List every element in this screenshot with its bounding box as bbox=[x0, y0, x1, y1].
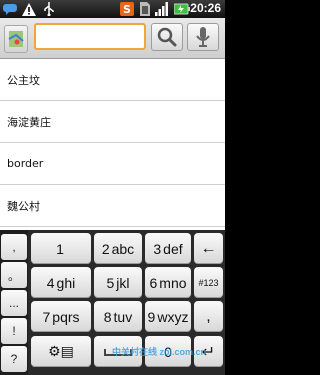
suggestion-list: 公主坟 海淀黄庄 border 魏公村 bbox=[0, 59, 225, 230]
punctuation-bar: , 。 ... ! ? bbox=[0, 230, 28, 375]
map-icon bbox=[8, 31, 24, 47]
usb-icon bbox=[42, 2, 56, 16]
punct-ellipsis-key[interactable]: ... bbox=[1, 290, 27, 316]
watermark: 中关村在线 zol.com.cn bbox=[112, 347, 207, 357]
key-7[interactable]: 7 pqrs bbox=[31, 301, 91, 332]
key-5[interactable]: 5 jkl bbox=[94, 267, 142, 298]
key-8[interactable]: 8 tuv bbox=[94, 301, 142, 332]
voice-search-button[interactable] bbox=[187, 23, 219, 51]
key-digit: 8 bbox=[103, 308, 112, 325]
punct-comma-key[interactable]: , bbox=[1, 234, 27, 260]
list-item[interactable]: border bbox=[0, 143, 225, 185]
chat-icon bbox=[3, 2, 17, 16]
key-2[interactable]: 2 abc bbox=[94, 233, 142, 264]
key-digit: 1 bbox=[56, 240, 64, 257]
key-3[interactable]: 3 def bbox=[145, 233, 191, 264]
key-digit: 3 bbox=[153, 240, 162, 257]
warning-icon bbox=[22, 2, 36, 16]
search-input[interactable] bbox=[34, 23, 146, 50]
search-icon bbox=[157, 27, 177, 47]
key-letters: ghi bbox=[56, 274, 76, 291]
comma-key[interactable]: , bbox=[194, 301, 223, 332]
key-letters: wxyz bbox=[157, 308, 189, 325]
key-letters: def bbox=[163, 240, 183, 257]
key-digit: 2 bbox=[101, 240, 110, 257]
battery-icon bbox=[174, 2, 190, 16]
list-item[interactable]: 公主坟 bbox=[0, 59, 225, 101]
status-time: 20:26 bbox=[190, 1, 221, 15]
symbols-key[interactable]: #123 bbox=[194, 267, 223, 298]
list-item[interactable]: 魏公村 bbox=[0, 185, 225, 227]
list-item[interactable]: 海淀黄庄 bbox=[0, 101, 225, 143]
punct-exclaim-key[interactable]: ! bbox=[1, 318, 27, 344]
svg-text:S: S bbox=[123, 3, 131, 16]
key-1[interactable]: 1 bbox=[31, 233, 91, 264]
punct-question-key[interactable]: ? bbox=[1, 346, 27, 372]
key-6[interactable]: 6 mno bbox=[145, 267, 191, 298]
status-bar: S 20:26 bbox=[0, 0, 225, 18]
key-9[interactable]: 9 wxyz bbox=[145, 301, 191, 332]
key-letters: jkl bbox=[116, 274, 130, 291]
search-source-button[interactable] bbox=[4, 25, 28, 53]
key-letters: mno bbox=[159, 274, 187, 291]
key-digit: 5 bbox=[106, 274, 115, 291]
key-digit: 9 bbox=[147, 308, 156, 325]
key-letters: tuv bbox=[113, 308, 133, 325]
sim-icon bbox=[140, 2, 150, 16]
key-digit: 4 bbox=[46, 274, 55, 291]
key-letters: pqrs bbox=[52, 308, 80, 325]
search-button[interactable] bbox=[151, 23, 183, 51]
app-icon: S bbox=[120, 2, 134, 16]
search-bar bbox=[0, 18, 225, 59]
backspace-key[interactable]: ← bbox=[194, 233, 223, 264]
key-digit: 6 bbox=[149, 274, 158, 291]
signal-icon bbox=[155, 2, 169, 16]
settings-key[interactable]: ⚙▤ bbox=[31, 336, 91, 367]
punct-period-key[interactable]: 。 bbox=[1, 262, 27, 288]
key-4[interactable]: 4 ghi bbox=[31, 267, 91, 298]
key-letters: abc bbox=[111, 240, 135, 257]
key-digit: 7 bbox=[42, 308, 51, 325]
microphone-icon bbox=[196, 27, 210, 47]
